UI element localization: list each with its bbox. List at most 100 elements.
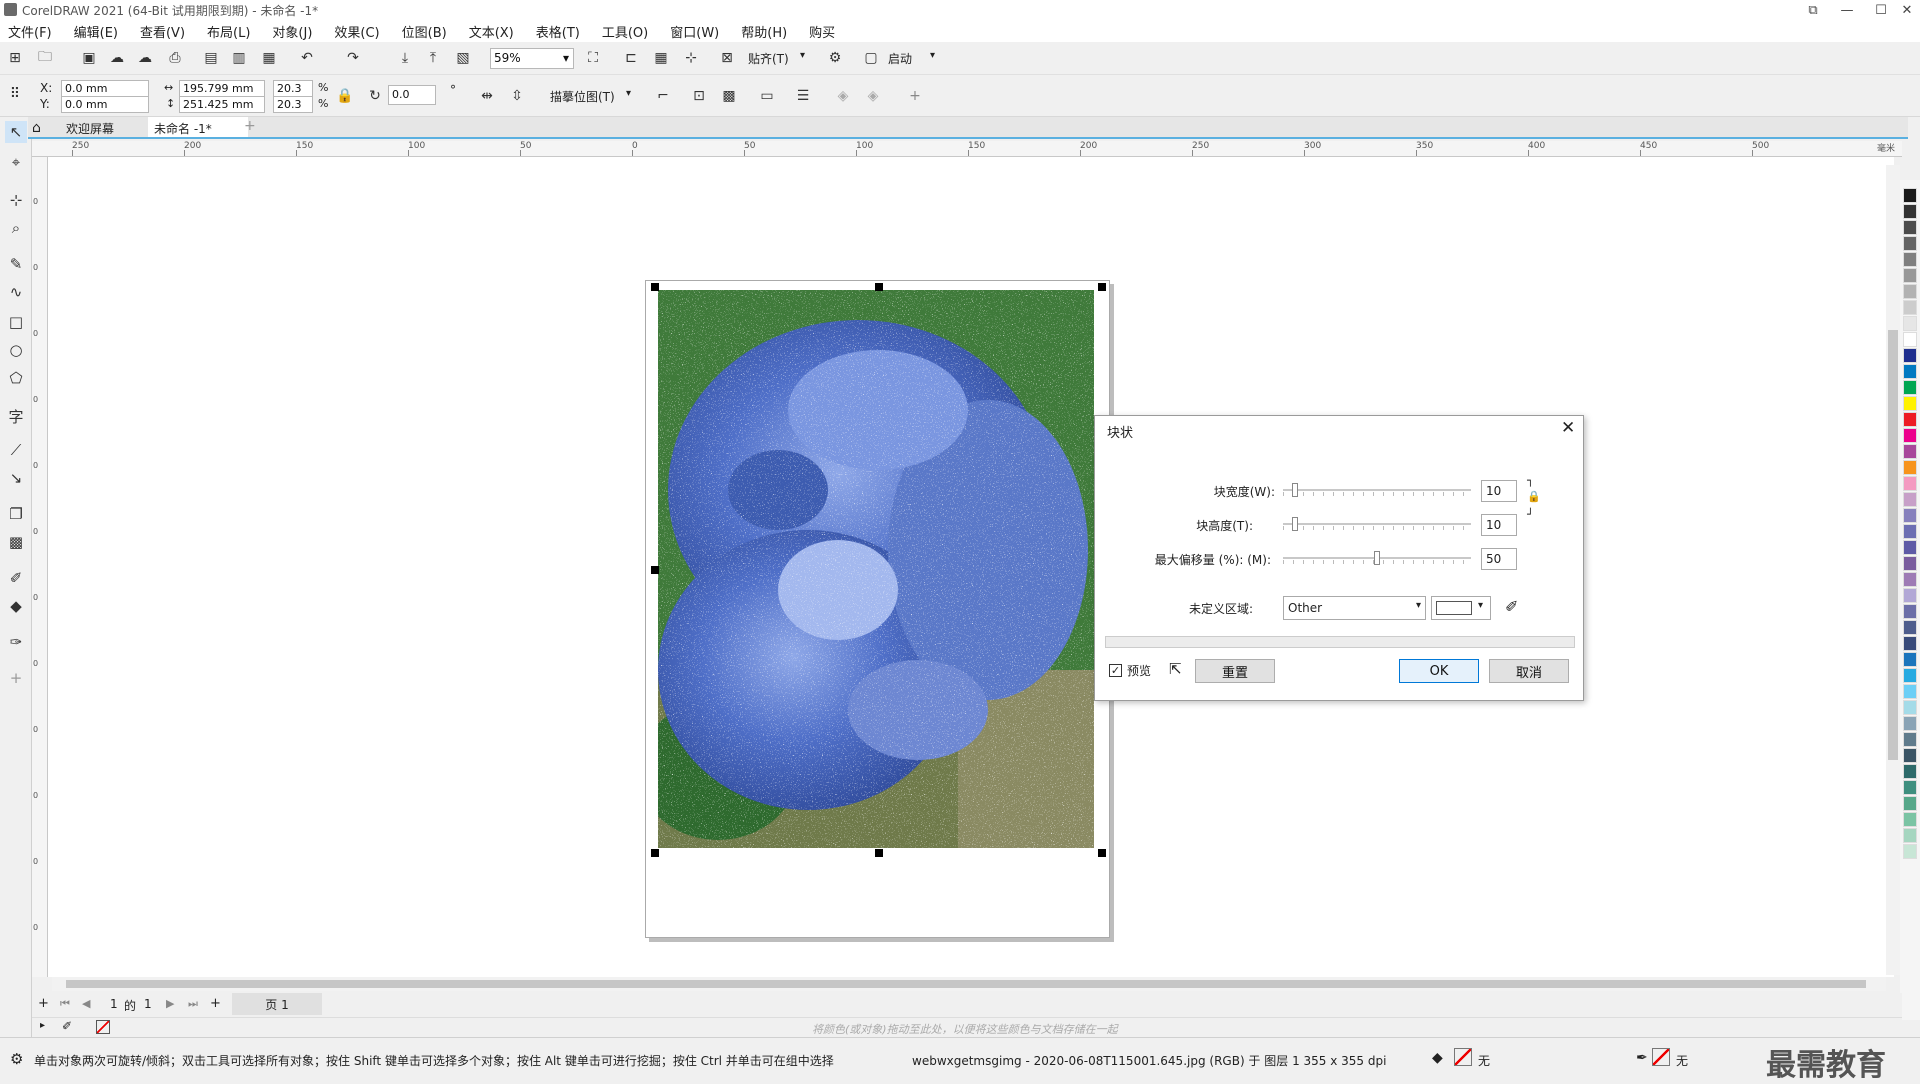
- rotation-angle-field[interactable]: 0.0: [388, 85, 436, 105]
- palette-swatch[interactable]: [1903, 204, 1917, 219]
- mirror-horizontal-icon[interactable]: ⇹: [476, 85, 498, 107]
- palette-swatch[interactable]: [1903, 844, 1917, 859]
- block-width-thumb[interactable]: [1292, 483, 1299, 497]
- transparency-tool-icon[interactable]: ▩: [5, 531, 27, 553]
- import-icon[interactable]: ⤓: [394, 47, 416, 69]
- horizontal-ruler[interactable]: 250 200 150 100 50 0 50 100 150 200 250 300 350 400 45…: [32, 141, 1902, 157]
- close-icon[interactable]: ✕: [1561, 418, 1575, 438]
- palette-swatch[interactable]: [1903, 572, 1917, 587]
- text-tool-icon[interactable]: 字: [5, 405, 27, 427]
- no-color-swatch[interactable]: [96, 1020, 110, 1034]
- palette-swatch[interactable]: [1903, 620, 1917, 635]
- menu-edit[interactable]: 编辑(E): [74, 22, 118, 41]
- palette-swatch[interactable]: [1903, 812, 1917, 827]
- gear-icon[interactable]: ⚙: [824, 47, 846, 69]
- vertical-ruler[interactable]: 0 0 0 0 0 0 0 0 0 0 0 0: [32, 157, 48, 977]
- object-width-field[interactable]: 195.799 mm: [179, 80, 265, 97]
- palette-swatch[interactable]: [1903, 524, 1917, 539]
- menu-table[interactable]: 表格(T): [536, 22, 580, 41]
- menu-window[interactable]: 窗口(W): [670, 22, 719, 41]
- wrap-text-icon[interactable]: ☰: [792, 85, 814, 107]
- add-page-end-icon[interactable]: +: [210, 996, 221, 1011]
- preview-checkbox[interactable]: ✓: [1109, 664, 1122, 677]
- scale-height-field[interactable]: 20.3: [273, 96, 313, 113]
- add-tool-icon[interactable]: +: [5, 667, 27, 689]
- reference-point-icon[interactable]: ⠿: [4, 83, 26, 105]
- resample-icon[interactable]: ⊡: [688, 85, 710, 107]
- eyedropper-icon[interactable]: ✐: [1505, 597, 1518, 616]
- selection-handle[interactable]: [651, 566, 659, 574]
- last-page-icon[interactable]: ⏭: [188, 997, 198, 1011]
- artistic-media-icon[interactable]: ∿: [5, 281, 27, 303]
- block-height-thumb[interactable]: [1292, 517, 1299, 531]
- palette-swatch[interactable]: [1903, 444, 1917, 459]
- palette-swatch[interactable]: [1903, 396, 1917, 411]
- selection-handle[interactable]: [1098, 283, 1106, 291]
- palette-swatch[interactable]: [1903, 380, 1917, 395]
- prev-page-icon[interactable]: ◀: [82, 997, 90, 1010]
- chevron-down-icon[interactable]: ▾: [930, 50, 935, 61]
- mirror-vertical-icon[interactable]: ⇳: [506, 85, 528, 107]
- selection-handle[interactable]: [651, 283, 659, 291]
- drop-shadow-icon[interactable]: ❐: [5, 503, 27, 525]
- polygon-tool-icon[interactable]: ⬠: [5, 367, 27, 389]
- rotate-icon[interactable]: ↻: [364, 85, 386, 107]
- interactive-fill-icon[interactable]: ◆: [5, 595, 27, 617]
- tab-welcome-screen[interactable]: 欢迎屏幕: [66, 120, 114, 137]
- object-height-field[interactable]: 251.425 mm: [179, 96, 265, 113]
- menu-file[interactable]: 文件(F): [8, 22, 52, 41]
- cut-icon[interactable]: ▤: [200, 47, 222, 69]
- copy-icon[interactable]: ▥: [228, 47, 250, 69]
- palette-swatch[interactable]: [1903, 668, 1917, 683]
- palette-swatch[interactable]: [1903, 492, 1917, 507]
- palette-swatch[interactable]: [1903, 780, 1917, 795]
- cloud-sync-icon[interactable]: ☁: [134, 47, 156, 69]
- palette-swatch[interactable]: [1903, 828, 1917, 843]
- freehand-tool-icon[interactable]: ✎: [5, 253, 27, 275]
- palette-swatch[interactable]: [1903, 188, 1917, 203]
- new-document-icon[interactable]: ⊞: [4, 47, 26, 69]
- shape-tool-icon[interactable]: ⌖: [5, 151, 27, 173]
- menu-tools[interactable]: 工具(O): [602, 22, 648, 41]
- palette-swatch[interactable]: [1903, 332, 1917, 347]
- palette-swatch[interactable]: [1903, 284, 1917, 299]
- snap-to-menu[interactable]: 贴齐(T): [748, 50, 789, 67]
- fill-swatch[interactable]: [1454, 1048, 1472, 1066]
- gear-icon[interactable]: ⚙: [10, 1050, 23, 1068]
- restore-down-icon[interactable]: ⧉: [1796, 0, 1830, 20]
- palette-swatch[interactable]: [1903, 796, 1917, 811]
- paste-icon[interactable]: ▦: [258, 47, 280, 69]
- full-screen-icon[interactable]: ⛶: [582, 47, 604, 69]
- pdf-icon[interactable]: ▧: [452, 47, 474, 69]
- add-icon[interactable]: +: [904, 85, 926, 107]
- palette-swatch[interactable]: [1903, 316, 1917, 331]
- ellipse-tool-icon[interactable]: ○: [5, 339, 27, 361]
- palette-swatch[interactable]: [1903, 220, 1917, 235]
- application-launcher-icon[interactable]: ⊠: [716, 47, 738, 69]
- hydrangea-bitmap[interactable]: [658, 290, 1094, 848]
- max-offset-input[interactable]: 50: [1481, 548, 1517, 570]
- open-folder-icon[interactable]: 🗀: [34, 47, 56, 69]
- launch-icon[interactable]: ▢: [860, 47, 882, 69]
- crop-tool-icon[interactable]: ⊹: [5, 189, 27, 211]
- fill-color-picker[interactable]: ▾: [1431, 596, 1491, 620]
- next-page-icon[interactable]: ▶: [166, 997, 174, 1010]
- palette-swatch[interactable]: [1903, 636, 1917, 651]
- palette-swatch[interactable]: [1903, 732, 1917, 747]
- palette-swatch[interactable]: [1903, 236, 1917, 251]
- page-tab[interactable]: 页 1: [232, 993, 322, 1015]
- show-guidelines-icon[interactable]: ⊹: [680, 47, 702, 69]
- redo-icon[interactable]: ↷: [342, 47, 364, 69]
- outline-swatch[interactable]: [1652, 1048, 1670, 1066]
- palette-swatch[interactable]: [1903, 460, 1917, 475]
- tab-document[interactable]: 未命名 -1*: [148, 117, 248, 137]
- show-grid-icon[interactable]: ▦: [650, 47, 672, 69]
- selection-handle[interactable]: [875, 849, 883, 857]
- edit-bitmap-icon[interactable]: ▭: [756, 85, 778, 107]
- max-offset-slider[interactable]: [1283, 551, 1471, 565]
- selection-handle[interactable]: [651, 849, 659, 857]
- palette-swatch[interactable]: [1903, 540, 1917, 555]
- lock-ratio-icon[interactable]: 🔒: [334, 85, 356, 107]
- palette-swatch[interactable]: [1903, 428, 1917, 443]
- trace-bitmap-menu[interactable]: 描摹位图(T): [550, 88, 615, 105]
